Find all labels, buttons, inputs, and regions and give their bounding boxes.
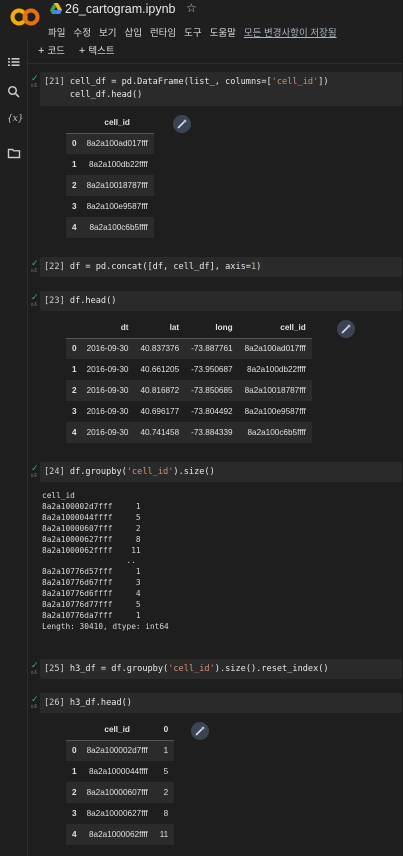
- code-editor[interactable]: [23] df.head(): [40, 291, 402, 311]
- menu-help[interactable]: 도움말: [210, 25, 236, 39]
- column-header: cell_id: [280, 323, 306, 333]
- table-row: 1 8a2a1000044ffff 5: [72, 767, 169, 776]
- table-row: 4 8a2a1000062ffff 11: [66, 824, 175, 845]
- table-row: 2 8a2a10000607fff 2: [66, 782, 175, 803]
- dataframe-output-21: cell_id 0 8a2a100ad017fff 1 8a2a100db22fff…: [66, 113, 154, 238]
- menu-runtime[interactable]: 런타임: [150, 25, 176, 39]
- toolbar-divider: [28, 63, 403, 64]
- add-code-button[interactable]: + 코드: [38, 43, 65, 61]
- column-header: lat: [169, 323, 180, 333]
- magic-wand-icon[interactable]: [191, 722, 209, 740]
- menu-edit[interactable]: 수정: [73, 25, 90, 39]
- star-icon[interactable]: ☆: [186, 1, 197, 15]
- menu-file[interactable]: 파일: [48, 25, 65, 39]
- menu-bar: 파일 수정 보기 삽입 런타임 도구 도움말 모든 변경사항이 저장됨: [48, 25, 337, 39]
- menu-insert[interactable]: 삽입: [124, 25, 141, 39]
- table-row: 4 8a2a100c6b5ffff: [66, 217, 154, 238]
- table-row: 1 2016-09-30 40.661205 -73.950687 8a2a100db2…: [72, 365, 306, 374]
- code-editor[interactable]: [26] h3_df.head(): [40, 693, 402, 713]
- add-text-button[interactable]: + 텍스트: [79, 43, 115, 61]
- table-row: 4 2016-09-30 40.741458 -73.884339 8a2a100c6b…: [66, 422, 312, 443]
- search-icon[interactable]: [7, 85, 21, 99]
- table-row: 1 8a2a100db22ffff: [72, 160, 148, 169]
- table-row: 0 8a2a100ad017fff: [66, 133, 154, 154]
- code-editor[interactable]: [21] cell_df = pd.DataFrame(list_, colum…: [40, 72, 402, 106]
- drive-icon[interactable]: [50, 3, 62, 14]
- table-row: 3 2016-09-30 40.696177 -73.804492 8a2a100e95…: [72, 407, 306, 416]
- folder-icon[interactable]: [7, 146, 21, 160]
- dataframe-output-26: cell_id 0 0 8a2a100002d7fff 1 1 8a2a1000044…: [66, 720, 175, 845]
- column-header: dt: [120, 323, 129, 333]
- column-header: 0: [163, 725, 169, 735]
- table-row: 0 8a2a100002d7fff 1: [66, 740, 175, 761]
- variables-icon[interactable]: {x}: [7, 114, 24, 128]
- toc-icon[interactable]: [7, 55, 21, 69]
- table-row: 0 2016-09-30 40.837376 -73.887761 8a2a100ad0…: [66, 338, 312, 359]
- plus-icon: +: [38, 45, 45, 57]
- code-editor[interactable]: [24] df.groupby('cell_id').size(): [40, 462, 402, 482]
- table-row: 2 2016-09-30 40.816872 -73.850685 8a2a100187…: [66, 380, 312, 401]
- column-header: cell_id: [104, 725, 130, 735]
- toolbar: + 코드 + 텍스트: [28, 43, 115, 61]
- left-rail: {x}: [0, 40, 28, 856]
- magic-wand-icon[interactable]: [173, 115, 191, 133]
- table-row: 3 8a2a10000627fff 8: [72, 809, 169, 818]
- menu-view[interactable]: 보기: [99, 25, 116, 39]
- code-editor[interactable]: [22] df = pd.concat([df, cell_df], axis=…: [40, 257, 402, 277]
- code-editor[interactable]: [25] h3_df = df.groupby('cell_id').size(…: [40, 659, 402, 679]
- colab-logo[interactable]: [10, 7, 40, 27]
- dataframe-output-23: dt lat long cell_id 0 2016-09-30 40.837376…: [66, 318, 312, 443]
- column-header: cell_id: [104, 118, 130, 128]
- saved-status[interactable]: 모든 변경사항이 저장됨: [244, 25, 337, 39]
- magic-wand-icon[interactable]: [337, 320, 355, 338]
- header: 26_cartogram.ipynb ☆ 파일 수정 보기 삽입 런타임 도구 …: [0, 0, 403, 40]
- column-header: long: [215, 323, 233, 333]
- menu-tools[interactable]: 도구: [184, 25, 201, 39]
- table-row: 3 8a2a100e9587fff: [72, 202, 148, 211]
- plus-icon: +: [78, 45, 86, 57]
- series-output-24: cell_id 8a2a100002d7fff 1 8a2a1000044fff…: [42, 491, 169, 631]
- notebook-title[interactable]: 26_cartogram.ipynb: [65, 2, 175, 16]
- table-row: 2 8a2a10018787fff: [66, 175, 154, 196]
